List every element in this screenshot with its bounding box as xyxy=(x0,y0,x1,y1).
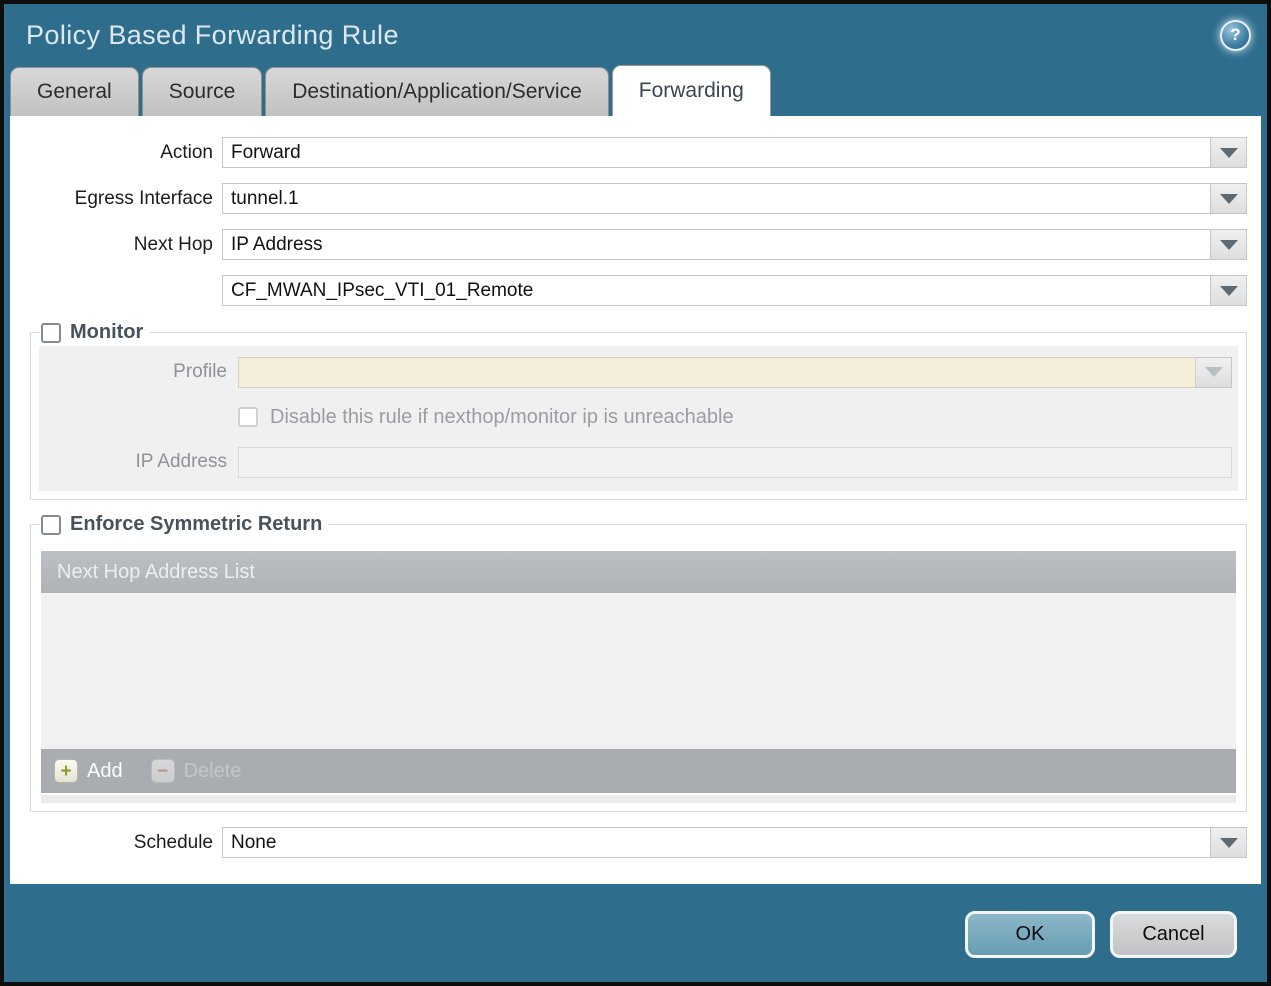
action-row: Action xyxy=(10,137,1247,168)
profile-dropdown-button xyxy=(1196,356,1232,388)
tab-source[interactable]: Source xyxy=(141,67,263,116)
add-icon: + xyxy=(54,759,78,783)
monitor-ip-address-field xyxy=(238,446,1232,478)
profile-input xyxy=(238,356,1196,388)
next-hop-label: Next Hop xyxy=(133,233,213,255)
tab-bar: General Source Destination/Application/S… xyxy=(4,65,1267,116)
egress-interface-label: Egress Interface xyxy=(74,187,213,209)
disable-rule-row: Disable this rule if nexthop/monitor ip … xyxy=(238,401,1238,433)
next-hop-address-combo xyxy=(222,275,1247,306)
next-hop-address-list-body xyxy=(41,593,1236,749)
profile-combo xyxy=(238,356,1232,388)
schedule-input[interactable] xyxy=(222,827,1211,858)
tab-general[interactable]: General xyxy=(10,67,139,116)
egress-interface-row: Egress Interface xyxy=(10,183,1247,214)
disable-rule-checkbox xyxy=(238,407,258,427)
chevron-down-icon xyxy=(1219,285,1238,296)
chevron-down-icon xyxy=(1219,239,1238,250)
next-hop-address-list-table: Next Hop Address List + Add − Delete xyxy=(41,551,1236,803)
enforce-symmetric-return-checkbox[interactable] xyxy=(41,514,61,535)
profile-row: Profile xyxy=(39,356,1232,388)
monitor-ip-address-input xyxy=(238,446,1232,478)
next-hop-address-row xyxy=(10,275,1247,306)
next-hop-dropdown-button[interactable] xyxy=(1211,229,1247,260)
chevron-down-icon xyxy=(1219,147,1238,158)
next-hop-address-input[interactable] xyxy=(222,275,1211,306)
ok-button[interactable]: OK xyxy=(965,911,1095,958)
egress-interface-input[interactable] xyxy=(222,183,1211,214)
delete-button-label: Delete xyxy=(183,759,242,782)
dialog-footer: OK Cancel xyxy=(4,884,1267,982)
profile-label: Profile xyxy=(173,361,227,382)
next-hop-combo xyxy=(222,229,1247,260)
schedule-row: Schedule xyxy=(10,827,1247,858)
next-hop-address-list-toolbar: + Add − Delete xyxy=(41,749,1236,793)
egress-interface-dropdown-button[interactable] xyxy=(1211,183,1247,214)
disable-rule-label: Disable this rule if nexthop/monitor ip … xyxy=(270,405,734,428)
enforce-symmetric-return-legend: Enforce Symmetric Return xyxy=(39,513,329,536)
monitor-ip-address-label: IP Address xyxy=(135,451,227,472)
schedule-combo xyxy=(222,827,1247,858)
action-dropdown-button[interactable] xyxy=(1211,137,1247,168)
delete-button: − Delete xyxy=(150,759,242,783)
chevron-down-icon xyxy=(1219,193,1238,204)
next-hop-address-dropdown-button[interactable] xyxy=(1211,275,1247,306)
action-label: Action xyxy=(160,141,213,163)
monitor-fieldset: Monitor Profile Disable this rule if nex… xyxy=(30,321,1247,500)
egress-interface-combo xyxy=(222,183,1247,214)
monitor-legend-label: Monitor xyxy=(70,321,144,343)
add-button[interactable]: + Add xyxy=(54,759,123,783)
policy-based-forwarding-dialog: Policy Based Forwarding Rule ? General S… xyxy=(0,0,1271,986)
enforce-symmetric-return-label: Enforce Symmetric Return xyxy=(70,513,323,535)
next-hop-row: Next Hop xyxy=(10,229,1247,260)
monitor-legend: Monitor xyxy=(39,321,150,344)
forwarding-tab-panel: Action Egress Interface Next Hop xyxy=(10,116,1261,884)
delete-icon: − xyxy=(150,759,175,783)
action-input[interactable] xyxy=(222,137,1211,168)
chevron-down-icon xyxy=(1219,837,1238,848)
enforce-symmetric-return-fieldset: Enforce Symmetric Return Next Hop Addres… xyxy=(30,513,1247,812)
dialog-title: Policy Based Forwarding Rule xyxy=(26,19,399,50)
tab-destination-application-service[interactable]: Destination/Application/Service xyxy=(265,67,609,116)
next-hop-address-list-header: Next Hop Address List xyxy=(41,551,1236,593)
dialog-titlebar: Policy Based Forwarding Rule ? xyxy=(4,4,1267,66)
schedule-dropdown-button[interactable] xyxy=(1211,827,1247,858)
help-icon[interactable]: ? xyxy=(1220,19,1251,51)
horizontal-scrollbar xyxy=(41,795,1236,803)
cancel-button[interactable]: Cancel xyxy=(1110,911,1237,958)
monitor-panel: Profile Disable this rule if nexthop/mon… xyxy=(39,346,1238,491)
action-combo xyxy=(222,137,1247,168)
monitor-ip-address-row: IP Address xyxy=(39,446,1232,478)
schedule-label: Schedule xyxy=(133,831,213,853)
monitor-checkbox[interactable] xyxy=(41,322,61,343)
add-button-label: Add xyxy=(87,759,123,782)
next-hop-type-input[interactable] xyxy=(222,229,1211,260)
chevron-down-icon xyxy=(1204,367,1223,377)
tab-forwarding[interactable]: Forwarding xyxy=(611,65,771,116)
